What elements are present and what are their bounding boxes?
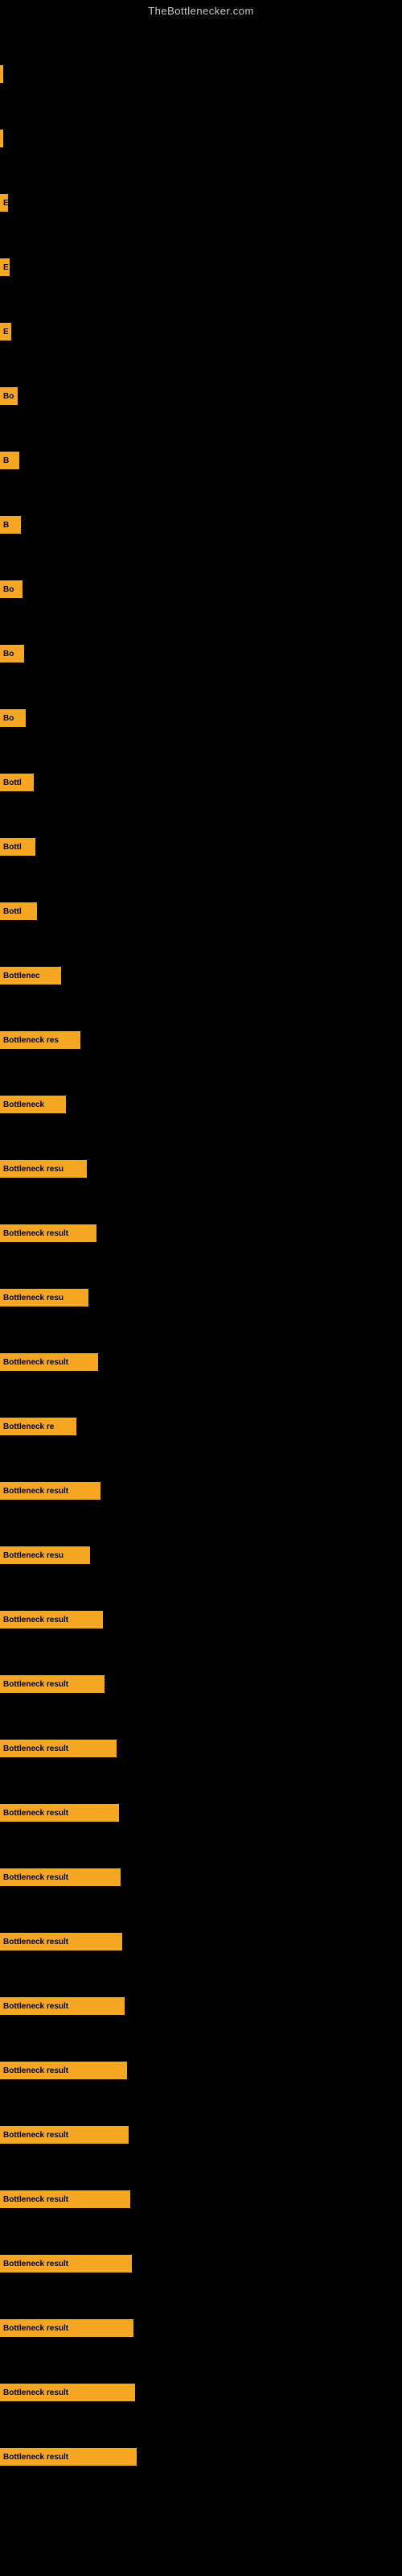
bar-row: Bottleneck result [0,2339,402,2403]
bar-row: Bottleneck res [0,986,402,1051]
bar-item: Bottleneck [0,1096,66,1113]
bar-item: B [0,452,19,469]
bar-row: Bottleneck result [0,1759,402,1823]
bar-row: Bottleneck result [0,1888,402,1952]
bar-row: E [0,149,402,213]
bar-item: E [0,194,8,212]
bar-item: Bottleneck result [0,1482,100,1500]
bar-row: Bottleneck resu [0,1501,402,1566]
site-title: TheBottlenecker.com [0,0,402,20]
bar-row: Bottl [0,857,402,922]
bar-row: Bottleneck resu [0,1244,402,1308]
bar-item [0,65,3,83]
bar-row: Bottl [0,729,402,793]
bar-row: Bo [0,342,402,407]
bar-item: Bottleneck result [0,2448,137,2466]
bar-row [0,85,402,149]
bar-row: B [0,407,402,471]
bar-item: Bottleneck result [0,1997,125,2015]
bar-item: E [0,258,10,276]
bar-item: Bottleneck result [0,1868,121,1886]
bar-item: Bottleneck result [0,1675,105,1693]
bar-row: Bottleneck result [0,1308,402,1373]
bar-row [0,20,402,85]
bar-row: Bottleneck result [0,2081,402,2145]
bar-row: B [0,471,402,535]
bar-item: Bottleneck result [0,2384,135,2401]
bar-item: Bottl [0,774,34,791]
bar-item: Bo [0,387,18,405]
bar-row: Bottleneck result [0,1179,402,1244]
bar-item: Bottleneck re [0,1418,76,1435]
bar-row: Bottleneck result [0,2145,402,2210]
bar-row: Bo [0,535,402,600]
bar-row: Bottl [0,793,402,857]
bar-row: Bo [0,600,402,664]
bar-row: Bottleneck result [0,1823,402,1888]
bar-item: Bottleneck result [0,2062,127,2079]
bar-row: E [0,213,402,278]
bar-item [0,130,3,147]
bar-row: Bottleneck result [0,2403,402,2467]
bar-item: Bottleneck resu [0,1160,87,1178]
bar-item: Bottleneck result [0,1611,103,1629]
bar-row: Bottleneck resu [0,1115,402,1179]
bar-item: Bottlenec [0,967,61,985]
bar-item: Bottleneck result [0,2126,129,2144]
bar-item: Bottleneck result [0,1353,98,1371]
bar-item: Bottleneck resu [0,1546,90,1564]
bar-item: Bottleneck result [0,2319,133,2337]
bar-item: B [0,516,21,534]
bar-item: E [0,323,11,341]
bar-row: Bottleneck result [0,1695,402,1759]
bar-row: Bottleneck re [0,1373,402,1437]
bar-item: Bo [0,645,24,663]
bar-item: Bottleneck result [0,1224,96,1242]
bars-container: E E E Bo B B Bo Bo Bo Bottl Bottl Bottl Bottlenec Bot… [0,20,402,2467]
bar-row: Bottleneck result [0,1437,402,1501]
bar-item: Bottleneck result [0,2190,130,2208]
bar-item: Bottl [0,902,37,920]
bar-row: E [0,278,402,342]
bar-item: Bottleneck result [0,2255,132,2273]
bar-item: Bottleneck resu [0,1289,88,1307]
bar-item: Bottleneck result [0,1740,117,1757]
bar-item: Bo [0,580,23,598]
bar-row: Bo [0,664,402,729]
bar-row: Bottleneck result [0,1630,402,1695]
bar-item: Bottleneck result [0,1804,119,1822]
bar-row: Bottleneck result [0,2210,402,2274]
bar-row: Bottleneck [0,1051,402,1115]
bar-item: Bottleneck res [0,1031,80,1049]
bar-row: Bottleneck result [0,1952,402,2017]
bar-row: Bottleneck result [0,2274,402,2339]
bar-item: Bottl [0,838,35,856]
bar-item: Bottleneck result [0,1933,122,1951]
bar-row: Bottleneck result [0,2017,402,2081]
bar-row: Bottlenec [0,922,402,986]
bar-item: Bo [0,709,26,727]
bar-row: Bottleneck result [0,1566,402,1630]
